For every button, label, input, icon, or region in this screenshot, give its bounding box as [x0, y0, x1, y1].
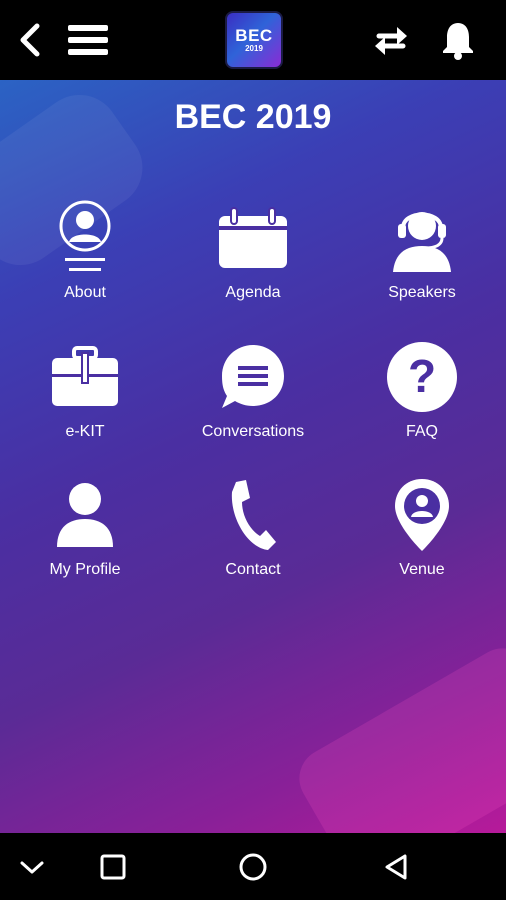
- tile-venue[interactable]: Venue: [342, 475, 502, 595]
- logo-text: BEC: [235, 25, 273, 45]
- tile-label: About: [64, 284, 106, 301]
- tile-label: My Profile: [49, 561, 121, 578]
- headset-icon: [393, 212, 451, 272]
- menu-icon: [68, 25, 108, 55]
- tile-my-profile[interactable]: My Profile: [5, 475, 165, 595]
- calendar-icon: [219, 207, 287, 268]
- tile-contact[interactable]: Contact: [173, 475, 333, 595]
- logo-year: 2019: [245, 43, 263, 53]
- phone-icon: [231, 480, 276, 550]
- page-title: BEC 2019: [174, 98, 332, 136]
- tile-label: e-KIT: [65, 423, 105, 440]
- menu-button[interactable]: [64, 16, 112, 64]
- tile-ekit[interactable]: e-KIT: [5, 337, 165, 457]
- tile-agenda[interactable]: Agenda: [173, 198, 333, 318]
- recents-button[interactable]: [93, 847, 133, 887]
- circle-home-icon: [239, 853, 267, 881]
- system-back-button[interactable]: [376, 847, 416, 887]
- hide-keyboard-button[interactable]: [12, 847, 52, 887]
- person-card-icon: [59, 200, 111, 271]
- question-icon: ?: [387, 342, 457, 412]
- app-logo: BEC 2019: [225, 11, 283, 69]
- chevron-down-icon: [20, 861, 44, 874]
- bell-icon: [443, 23, 473, 60]
- tile-speakers[interactable]: Speakers: [342, 198, 502, 318]
- triangle-back-icon: [385, 854, 407, 880]
- square-icon: [100, 854, 126, 880]
- sync-icon: [375, 27, 407, 55]
- briefcase-icon: [52, 346, 118, 406]
- app-bar: BEC 2019: [0, 0, 506, 80]
- back-arrow-icon: [20, 23, 40, 57]
- system-nav-bar: [0, 833, 506, 900]
- tile-conversations[interactable]: Conversations: [173, 337, 333, 457]
- tile-label: FAQ: [405, 423, 438, 440]
- tile-label: Speakers: [388, 284, 456, 301]
- home-panel: BEC 2019 About Agenda Speakers e-KIT Con…: [0, 80, 506, 833]
- background-decoration: [288, 637, 506, 833]
- user-icon: [57, 483, 113, 547]
- tile-faq[interactable]: ? FAQ: [342, 337, 502, 457]
- tile-about[interactable]: About: [5, 198, 165, 318]
- chat-icon: [222, 345, 284, 408]
- tile-label: Contact: [225, 561, 281, 578]
- home-button[interactable]: [233, 847, 273, 887]
- location-pin-icon: [395, 479, 449, 551]
- sync-button[interactable]: [367, 16, 415, 64]
- svg-text:?: ?: [408, 350, 436, 402]
- notifications-button[interactable]: [434, 16, 482, 64]
- tile-label: Agenda: [225, 284, 281, 301]
- tile-label: Conversations: [201, 423, 305, 440]
- tile-label: Venue: [399, 561, 445, 578]
- back-button[interactable]: [6, 16, 54, 64]
